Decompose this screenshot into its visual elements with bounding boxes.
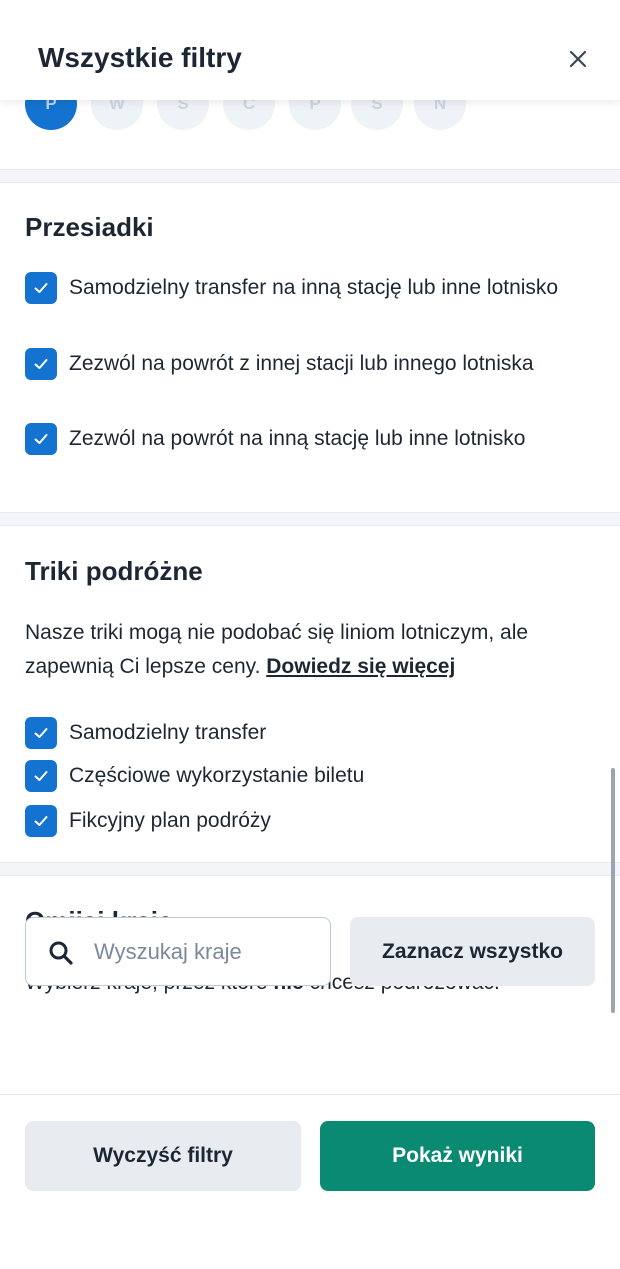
hack-option-2[interactable]: Częściowe wykorzystanie biletu [25,760,585,792]
checkbox-checked[interactable] [25,717,57,749]
filters-footer: Wyczyść filtry Pokaż wyniki [0,1094,620,1269]
transfer-option-label: Zezwól na powrót z innej stacji lub inne… [69,352,534,375]
transfer-option-label: Zezwól na powrót na inną stację lub inne… [69,427,526,450]
country-search-input[interactable] [94,930,319,974]
page-title: Wszystkie filtry [38,42,242,73]
transfer-option-2[interactable]: Zezwól na powrót z innej stacji lub inne… [25,348,585,412]
checkbox-checked[interactable] [25,423,57,455]
hack-option-3[interactable]: Fikcyjny plan podróży [25,805,585,837]
day-chip-sat[interactable]: S [351,100,403,130]
transfers-title: Przesiadki [25,212,154,242]
hack-option-label: Samodzielny transfer [69,721,267,744]
learn-more-link[interactable]: Dowiedz się więcej [266,655,455,678]
clear-filters-button[interactable]: Wyczyść filtry [25,1121,301,1191]
hack-option-label: Fikcyjny plan podróży [69,809,271,832]
day-chip-sun[interactable]: N [414,100,466,130]
travel-hacks-description: Nasze triki mogą nie podobać się liniom … [25,616,595,684]
close-icon[interactable] [569,50,587,68]
day-chip-thu[interactable]: C [223,100,275,130]
close-button[interactable] [562,43,594,75]
checkbox-checked[interactable] [25,272,57,304]
search-icon [49,941,73,965]
checkmark-icon [34,771,48,781]
scrollbar-thumb[interactable] [611,768,615,1013]
transfer-option-label: Samodzielny transfer na inną stację lub … [69,276,559,299]
checkmark-icon [34,728,48,738]
show-results-button[interactable]: Pokaż wyniki [320,1121,595,1191]
checkbox-checked[interactable] [25,760,57,792]
checkbox-checked[interactable] [25,805,57,837]
checkbox-checked[interactable] [25,348,57,380]
hack-option-1[interactable]: Samodzielny transfer [25,717,585,749]
transfer-option-3[interactable]: Zezwól na powrót na inną stację lub inne… [25,423,585,487]
hack-option-label: Częściowe wykorzystanie biletu [69,764,365,787]
filters-header: Wszystkie filtry [0,0,620,100]
checkmark-icon [34,359,48,369]
checkmark-icon [34,816,48,826]
day-chip-wed[interactable]: Ś [157,100,209,130]
travel-hacks-title: Triki podróżne [25,556,203,586]
day-chip-fri[interactable]: P [289,100,341,130]
section-divider [0,512,620,526]
select-all-button[interactable]: Zaznacz wszystko [350,917,595,986]
day-chip-mon[interactable]: P [25,100,77,130]
checkmark-icon [34,434,48,444]
transfer-option-1[interactable]: Samodzielny transfer na inną stację lub … [25,272,585,336]
country-search-box[interactable] [25,917,331,986]
section-divider [0,169,620,183]
day-chip-tue[interactable]: W [91,100,143,130]
checkmark-icon [34,283,48,293]
section-divider [0,862,620,876]
